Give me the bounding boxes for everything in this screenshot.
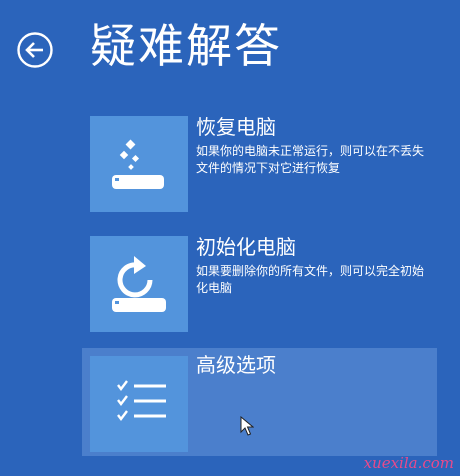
option-advanced[interactable]: 高级选项 bbox=[82, 348, 437, 456]
option-title: 恢复电脑 bbox=[196, 115, 276, 139]
back-arrow-icon bbox=[17, 32, 53, 68]
option-description: 如果要删除你的所有文件，则可以完全初始化电脑 bbox=[196, 264, 425, 295]
reset-pc-icon bbox=[112, 256, 166, 312]
option-refresh-pc[interactable]: 恢复电脑 如果你的电脑未正常运行，则可以在不丢失文件的情况下对它进行恢复 bbox=[82, 108, 437, 218]
watermark: xuexila.com bbox=[363, 454, 454, 472]
option-tile bbox=[90, 116, 188, 212]
back-button[interactable] bbox=[16, 31, 54, 69]
option-description: 如果你的电脑未正常运行，则可以在不丢失文件的情况下对它进行恢复 bbox=[196, 144, 425, 175]
option-tile bbox=[90, 236, 188, 332]
checklist-icon bbox=[117, 380, 166, 421]
option-tile bbox=[90, 356, 188, 452]
option-title: 初始化电脑 bbox=[196, 235, 296, 259]
refresh-pc-icon bbox=[112, 139, 164, 189]
mouse-cursor-icon bbox=[240, 416, 254, 436]
option-reset-pc[interactable]: 初始化电脑 如果要删除你的所有文件，则可以完全初始化电脑 bbox=[82, 228, 437, 338]
option-title: 高级选项 bbox=[196, 353, 276, 377]
page-title: 疑难解答 bbox=[90, 19, 282, 73]
